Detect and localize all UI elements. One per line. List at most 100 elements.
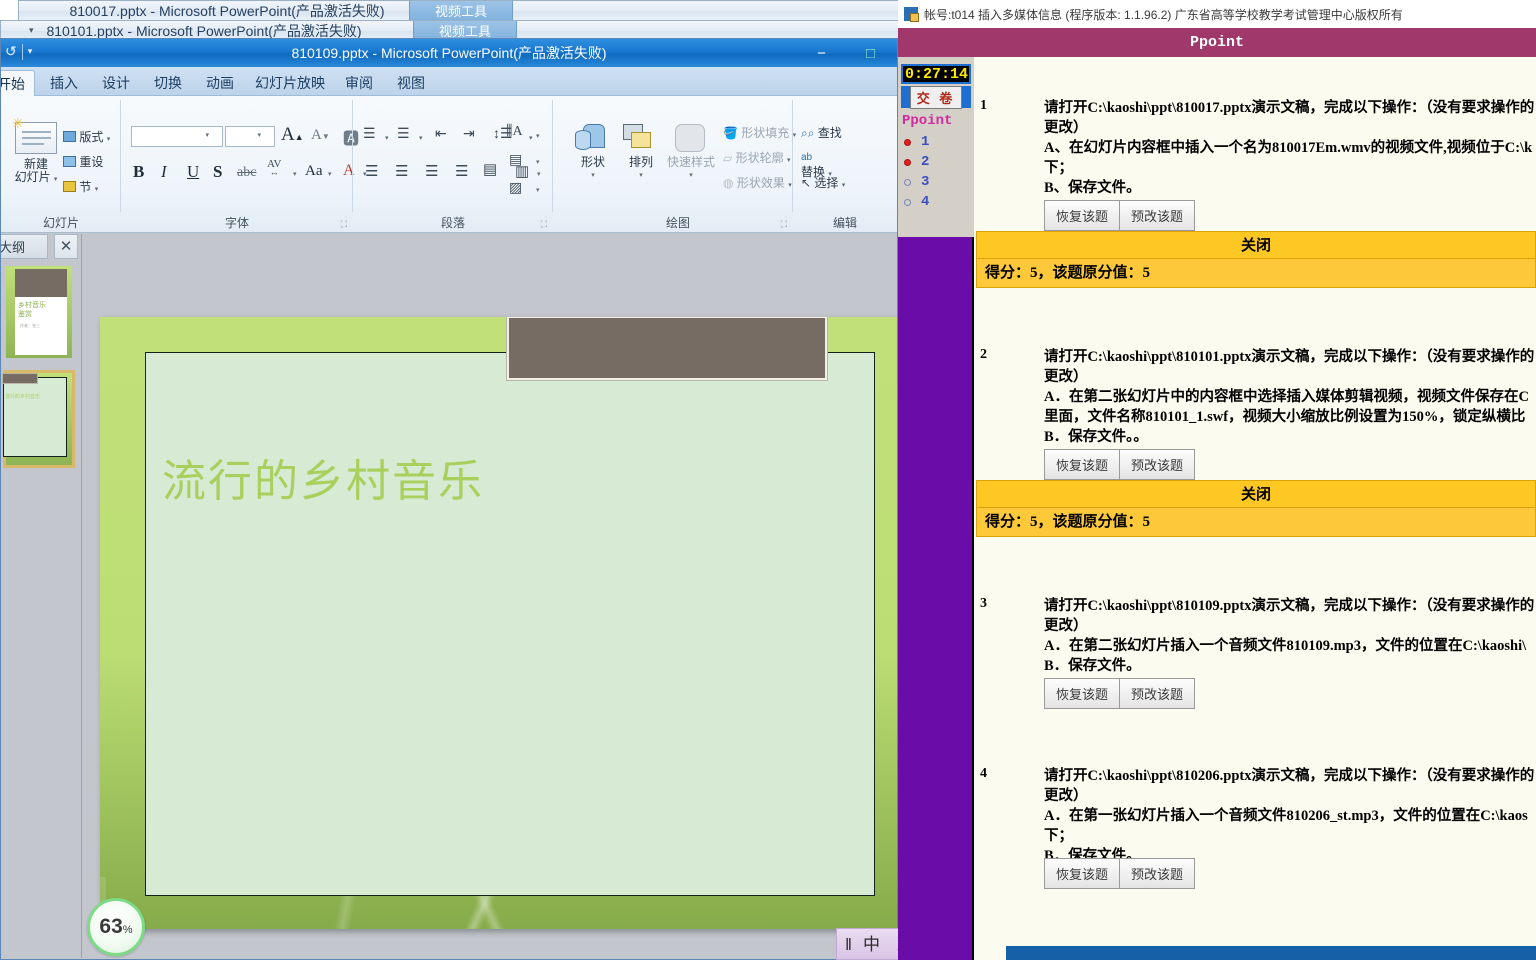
slide-thumbnail-1[interactable]: 乡村音乐 鉴赏 作者：张三 (6, 266, 72, 358)
qat-dropdown-icon[interactable]: ▾ (29, 25, 34, 36)
strikethrough-button[interactable]: abc (237, 165, 256, 181)
minimize-icon[interactable]: − (817, 46, 826, 61)
ribbon-tab-insert[interactable]: 插入 (41, 70, 87, 96)
exam-questions-column[interactable]: 1 请打开C:\kaoshi\ppt\810017.pptx演示文稿，完成以下操… (976, 57, 1536, 960)
nav-item-question-2[interactable]: 2 (902, 152, 970, 172)
pregrade-question-button[interactable]: 预改该题 (1119, 858, 1196, 889)
shrink-font-button[interactable]: A▼ (311, 127, 330, 144)
nav-item-question-1[interactable]: 1 (902, 132, 970, 152)
font-size-combo[interactable]: ▾ (225, 126, 275, 147)
chevron-down-icon[interactable]: ▾ (536, 186, 540, 194)
chevron-down-icon[interactable]: ▾ (293, 170, 297, 178)
align-text-button[interactable]: ▤ (509, 152, 522, 169)
section-button[interactable]: 节 ▾ (63, 178, 98, 195)
slide-content-placeholder[interactable] (145, 352, 875, 896)
chevron-down-icon[interactable]: ▾ (529, 134, 533, 142)
chevron-down-icon[interactable]: ▾ (328, 170, 332, 178)
reset-button[interactable]: 重设 (63, 153, 103, 170)
italic-button[interactable]: I (161, 162, 167, 182)
zoom-level-badge[interactable]: 63% (87, 898, 145, 956)
restore-question-button[interactable]: 恢复该题 (1044, 200, 1121, 231)
justify-button[interactable]: ☰ (455, 162, 468, 181)
ribbon-tab-view[interactable]: 视图 (388, 70, 434, 96)
bold-button[interactable]: B (133, 162, 144, 182)
font-name-combo[interactable]: ▾ (131, 126, 223, 147)
align-left-button[interactable]: ☰ (365, 162, 378, 181)
submit-exam-button[interactable]: 交 卷 (909, 85, 963, 109)
restore-question-button[interactable]: 恢复该题 (1044, 449, 1121, 480)
slide-title-text[interactable]: 流行的乡村音乐 (162, 445, 484, 509)
font-dialog-launcher[interactable]: ⛶ (341, 219, 347, 230)
maximize-icon[interactable]: □ (866, 46, 875, 61)
ribbon-tab-animations[interactable]: 动画 (197, 70, 243, 96)
question-actions[interactable]: 恢复该题 预改该题 (1044, 200, 1196, 231)
bullets-button[interactable]: ☰ (363, 126, 376, 143)
decrease-indent-button[interactable]: ⇤ (435, 126, 447, 143)
restore-question-button[interactable]: 恢复该题 (1044, 858, 1121, 889)
ribbon-tab-home[interactable]: 开始 (1, 70, 35, 96)
shadow-button[interactable]: S (213, 162, 222, 182)
nav-item-question-4[interactable]: 4 (902, 192, 970, 212)
contextual-tab-video-tools[interactable]: 视频工具 (409, 1, 513, 22)
text-direction-button[interactable]: ⫼A (506, 124, 523, 140)
question-actions[interactable]: 恢复该题 预改该题 (1044, 678, 1196, 709)
shapes-button[interactable]: 形状 ▾ (569, 122, 617, 182)
drawing-dialog-launcher[interactable]: ⛶ (781, 219, 787, 230)
close-pane-icon[interactable]: ✕ (54, 234, 78, 259)
powerpoint-window-810109-active[interactable]: ↺ ▾ 810109.pptx - Microsoft PowerPoint(产… (0, 38, 898, 960)
question-actions[interactable]: 恢复该题 预改该题 (1044, 449, 1196, 480)
convert-to-smartart-button[interactable]: ▨ (509, 180, 522, 197)
chevron-down-icon[interactable]: ▾ (617, 169, 665, 182)
align-right-button[interactable]: ☰ (425, 162, 438, 181)
grow-font-button[interactable]: A▲ (281, 124, 304, 146)
ribbon-tab-design[interactable]: 设计 (93, 70, 139, 96)
chevron-down-icon[interactable]: ▾ (257, 131, 261, 139)
restore-question-button[interactable]: 恢复该题 (1044, 678, 1121, 709)
align-center-button[interactable]: ☰ (395, 162, 408, 181)
chevron-down-icon[interactable]: ▾ (54, 176, 58, 183)
pregrade-question-button[interactable]: 预改该题 (1119, 678, 1196, 709)
answered-dot-icon (904, 138, 911, 146)
arrange-button[interactable]: 排列 ▾ (617, 122, 665, 182)
new-slide-button[interactable]: ✳ 新建 幻灯片 ▾ (7, 116, 65, 186)
pregrade-question-button[interactable]: 预改该题 (1119, 200, 1196, 231)
slide-canvas-area[interactable]: 流行的乡村音乐 63% (81, 234, 897, 958)
chevron-down-icon[interactable]: ▾ (95, 186, 99, 193)
chevron-down-icon[interactable]: ▾ (419, 134, 423, 142)
chevron-down-icon[interactable]: ▾ (107, 136, 111, 143)
slide-surface[interactable]: 流行的乡村音乐 (100, 317, 897, 929)
paragraph-dialog-launcher[interactable]: ⛶ (541, 219, 547, 230)
question-actions[interactable]: 恢复该题 预改该题 (1044, 858, 1196, 889)
pregrade-question-button[interactable]: 预改该题 (1119, 449, 1196, 480)
ribbon-tab-transitions[interactable]: 切换 (145, 70, 191, 96)
change-case-button[interactable]: Aa (305, 163, 323, 180)
tab-outline[interactable]: 大纲 (1, 234, 48, 259)
layout-button[interactable]: 版式 ▾ (63, 128, 110, 145)
ribbon-tab-slideshow[interactable]: 幻灯片放映 (246, 70, 334, 96)
ribbon-tab-strip[interactable]: 开始 插入 设计 切换 动画 幻灯片放映 审阅 视图 (1, 67, 897, 96)
find-button[interactable]: ⌕⌕ 查找 (801, 124, 842, 141)
align-text-vertical-button[interactable]: ▤ (483, 160, 497, 179)
video-placeholder[interactable] (506, 317, 828, 381)
chevron-down-icon[interactable]: ▾ (842, 182, 846, 189)
quick-styles-button[interactable]: 快速样式 ▾ (663, 122, 719, 182)
chevron-down-icon[interactable]: ▾ (536, 132, 540, 140)
chevron-down-icon[interactable]: ▾ (537, 170, 541, 178)
ribbon-group-label-drawing: 绘图 (665, 216, 690, 230)
ime-mode-chinese-icon[interactable]: 中 (863, 936, 880, 953)
ribbon-tab-review[interactable]: 审阅 (336, 70, 382, 96)
chevron-down-icon[interactable]: ▾ (536, 158, 540, 166)
underline-button[interactable]: U (187, 162, 199, 182)
ime-handle-icon[interactable]: ‖ (845, 936, 852, 953)
character-spacing-button[interactable]: AV ↔ (267, 158, 281, 177)
numbering-button[interactable]: ☰ (397, 126, 410, 143)
slide-thumbnail-2-selected[interactable]: 流行的乡村音乐 (2, 370, 75, 468)
close-bar-2[interactable]: 关闭 (976, 480, 1536, 508)
chevron-down-icon[interactable]: ▾ (385, 134, 389, 142)
nav-item-question-3[interactable]: 3 (902, 172, 970, 192)
close-bar-1[interactable]: 关闭 (976, 231, 1536, 259)
increase-indent-button[interactable]: ⇥ (463, 126, 475, 143)
chevron-down-icon[interactable]: ▾ (569, 169, 617, 182)
chevron-down-icon[interactable]: ▾ (205, 131, 209, 139)
select-button[interactable]: ↖ 选择 ▾ (801, 174, 845, 191)
